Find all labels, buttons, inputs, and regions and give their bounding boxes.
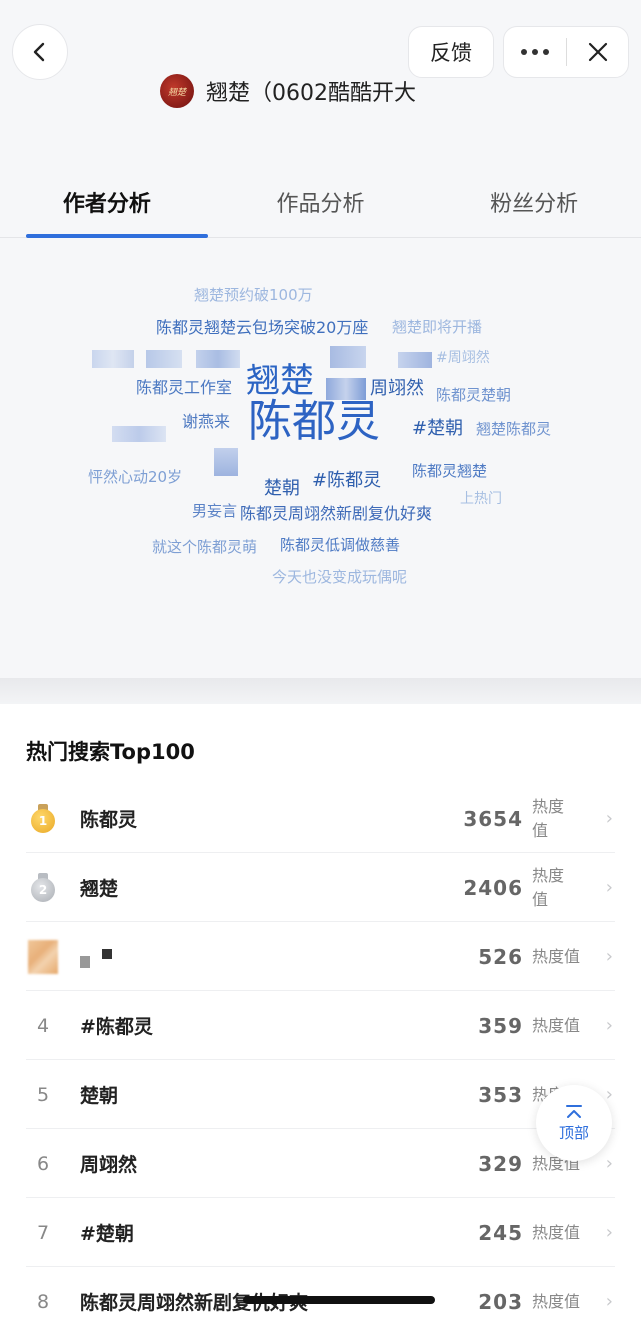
search-term: 楚朝	[80, 1085, 119, 1107]
cloud-word: #楚朝	[412, 418, 464, 439]
author-header: 翘楚 翘楚（0602酷酷开大	[160, 74, 416, 108]
rank-gold-medal-icon: 1	[26, 784, 60, 853]
cloud-word: 今天也没变成玩偶呢	[272, 568, 408, 586]
more-button[interactable]	[504, 27, 566, 77]
cloud-word: 陈都灵周翊然新剧复仇好爽	[240, 504, 433, 523]
search-term-blurred	[80, 922, 112, 991]
hot-search-section: 热门搜索Top100 1 陈都灵 3654 热度值 › 2 翘楚 2406 热度…	[0, 704, 641, 1318]
chevron-right-icon: ›	[605, 877, 613, 898]
heat-score: 2406	[463, 875, 523, 900]
blurred-word	[214, 448, 238, 476]
heat-unit: 热度值	[532, 1291, 581, 1311]
hot-search-row[interactable]: 8 陈都灵周翊然新剧复仇好爽 203 热度值 ›	[26, 1267, 615, 1318]
hot-search-row[interactable]: 526 热度值 ›	[26, 922, 615, 991]
chevron-right-icon: ›	[605, 808, 613, 829]
back-to-top-button[interactable]: 顶部	[536, 1085, 612, 1161]
feedback-button[interactable]: 反馈	[408, 26, 494, 78]
cloud-word: #陈都灵	[312, 470, 382, 491]
hot-search-row[interactable]: 1 陈都灵 3654 热度值 ›	[26, 784, 615, 853]
rank-number: 5	[36, 1083, 50, 1106]
heat-score: 203	[478, 1289, 523, 1314]
cloud-word: 翘楚	[246, 361, 314, 401]
hot-search-row[interactable]: 7 #楚朝 245 热度值 ›	[26, 1198, 615, 1267]
rank-number: 8	[36, 1290, 50, 1313]
cloud-word: 楚朝	[264, 478, 300, 499]
heat-unit: 热度值	[532, 865, 565, 909]
blurred-word	[196, 350, 240, 368]
double-chevron-up-icon	[566, 1104, 582, 1118]
chevron-right-icon: ›	[605, 946, 613, 967]
section-divider	[0, 678, 641, 704]
heat-score: 353	[478, 1082, 523, 1107]
tab-fans-analysis[interactable]: 粉丝分析	[427, 168, 641, 237]
cloud-word: 怦然心动20岁	[88, 468, 183, 486]
close-button[interactable]	[567, 27, 628, 77]
search-term: 周翊然	[80, 1154, 138, 1176]
cloud-word: 谢燕来	[182, 412, 231, 431]
search-term: 陈都灵	[80, 809, 138, 831]
heat-score: 3654	[463, 806, 523, 831]
chevron-right-icon: ›	[605, 1015, 613, 1036]
heat-unit: 热度值	[532, 1015, 581, 1035]
mini-program-capsule	[503, 26, 629, 78]
home-indicator	[243, 1296, 435, 1304]
cloud-word: 翘楚预约破100万	[194, 286, 313, 304]
cloud-word: 翘楚陈都灵	[476, 420, 552, 438]
back-button[interactable]	[12, 24, 68, 80]
rank-number: 7	[36, 1221, 50, 1244]
heat-unit: 热度值	[532, 1222, 581, 1242]
cloud-word: 陈都灵工作室	[136, 378, 233, 397]
heat-score: 245	[478, 1220, 523, 1245]
more-dots-icon	[521, 49, 549, 55]
cloud-word: 翘楚即将开播	[392, 318, 483, 336]
avatar-logo-text: 翘楚	[167, 87, 186, 98]
blurred-word	[146, 350, 182, 368]
hot-search-list: 1 陈都灵 3654 热度值 › 2 翘楚 2406 热度值 › 526 热度值…	[0, 784, 641, 1318]
tab-author-analysis[interactable]: 作者分析	[0, 168, 214, 238]
blurred-word	[330, 346, 366, 368]
rank-silver-medal-icon: 2	[26, 853, 60, 922]
cloud-word: 上热门	[460, 491, 502, 507]
cloud-word: 陈都灵	[248, 396, 380, 447]
author-name: 翘楚（0602酷酷开大	[206, 81, 416, 106]
analysis-tabs: 作者分析 作品分析 粉丝分析	[0, 168, 641, 238]
cloud-word: 男妄言	[192, 502, 238, 520]
blurred-word	[398, 352, 432, 368]
rank-number: 6	[36, 1152, 50, 1175]
blurred-word	[112, 426, 166, 442]
search-term: 陈都灵周翊然新剧复仇好爽	[80, 1292, 309, 1314]
close-icon	[588, 42, 607, 62]
search-term: 翘楚	[80, 878, 119, 900]
heat-unit: 热度值	[532, 946, 581, 966]
rank-bronze-medal-icon	[26, 922, 60, 991]
heat-score: 329	[478, 1151, 523, 1176]
rank-number: 4	[36, 1014, 50, 1037]
chevron-right-icon: ›	[605, 1291, 613, 1312]
hot-search-title: 热门搜索Top100	[26, 740, 195, 764]
heat-unit: 热度值	[532, 796, 565, 840]
cloud-word: 陈都灵翘楚云包场突破20万座	[156, 318, 369, 337]
cloud-word: #周翊然	[436, 350, 490, 366]
top-area: 反馈 翘楚 翘楚（0602酷酷开大 作者分析 作品分析 粉丝分析 翘楚预约破10…	[0, 0, 641, 678]
cloud-word: 陈都灵低调做慈善	[280, 536, 401, 554]
heat-score: 526	[478, 944, 523, 969]
back-arrow-icon	[33, 42, 45, 62]
cloud-word: 就这个陈都灵萌	[152, 538, 258, 556]
cloud-word: 陈都灵楚朝	[436, 386, 512, 404]
search-term: #楚朝	[80, 1223, 134, 1245]
tab-works-analysis[interactable]: 作品分析	[214, 168, 428, 237]
search-term: #陈都灵	[80, 1016, 153, 1038]
search-word-cloud: 翘楚预约破100万 陈都灵翘楚云包场突破20万座 翘楚即将开播 #周翊然 陈都灵…	[0, 240, 641, 660]
hot-search-row[interactable]: 4 #陈都灵 359 热度值 ›	[26, 991, 615, 1060]
blurred-word	[92, 350, 134, 368]
heat-score: 359	[478, 1013, 523, 1038]
back-to-top-label: 顶部	[558, 1123, 589, 1142]
hot-search-row[interactable]: 2 翘楚 2406 热度值 ›	[26, 853, 615, 922]
cloud-word: 陈都灵翘楚	[412, 462, 488, 480]
hot-search-row[interactable]: 6 周翊然 329 热度值 ›	[26, 1129, 615, 1198]
hot-search-row[interactable]: 5 楚朝 353 热度值 ›	[26, 1060, 615, 1129]
chevron-right-icon: ›	[605, 1222, 613, 1243]
author-avatar: 翘楚	[160, 74, 194, 108]
